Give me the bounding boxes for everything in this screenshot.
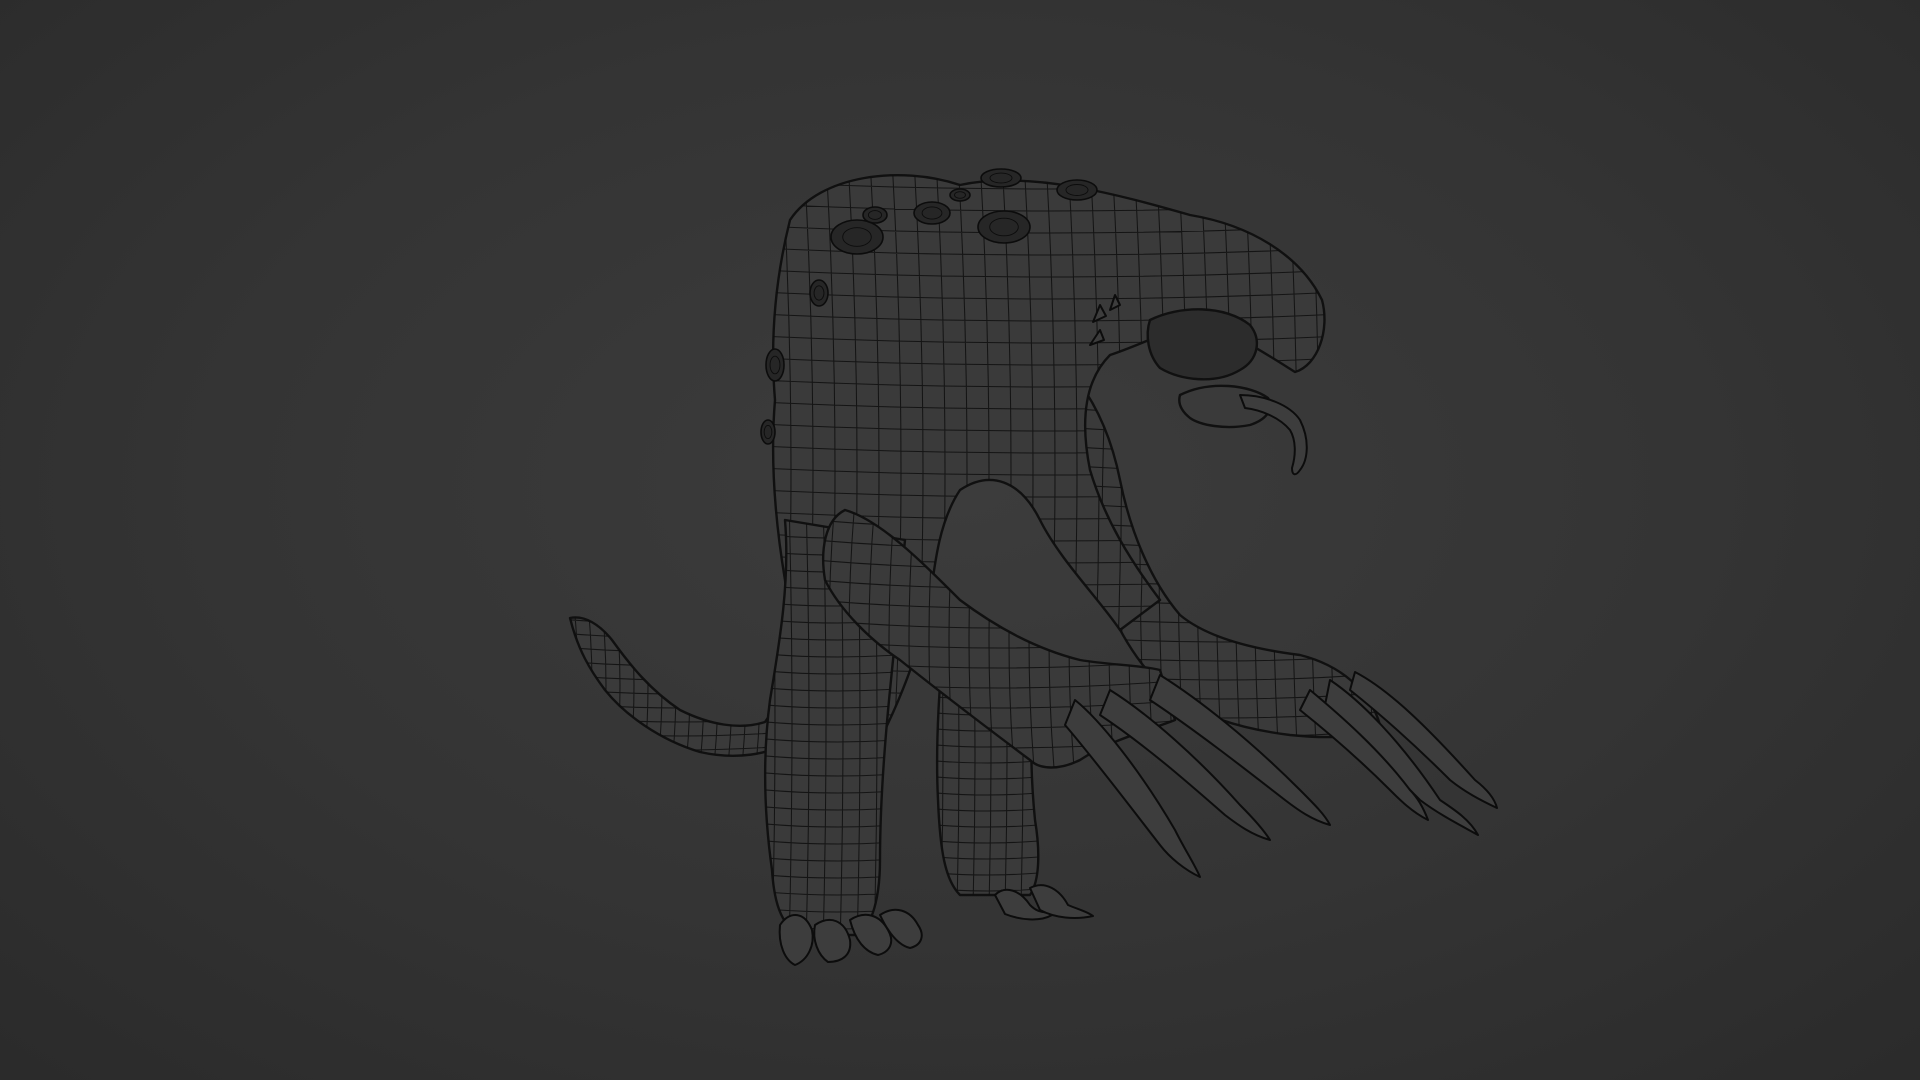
- back-bump: [862, 206, 888, 224]
- back-bump: [830, 219, 884, 255]
- back-bump: [809, 279, 829, 307]
- 3d-viewport[interactable]: [0, 0, 1920, 1080]
- creature-wireframe-mesh[interactable]: [0, 0, 1920, 1080]
- back-bump: [949, 188, 971, 202]
- back-bump: [1056, 179, 1098, 201]
- back-bump: [980, 168, 1022, 188]
- back-bump: [765, 348, 785, 382]
- back-bump: [977, 210, 1031, 244]
- back-bump: [913, 201, 951, 225]
- back-bump: [760, 419, 776, 445]
